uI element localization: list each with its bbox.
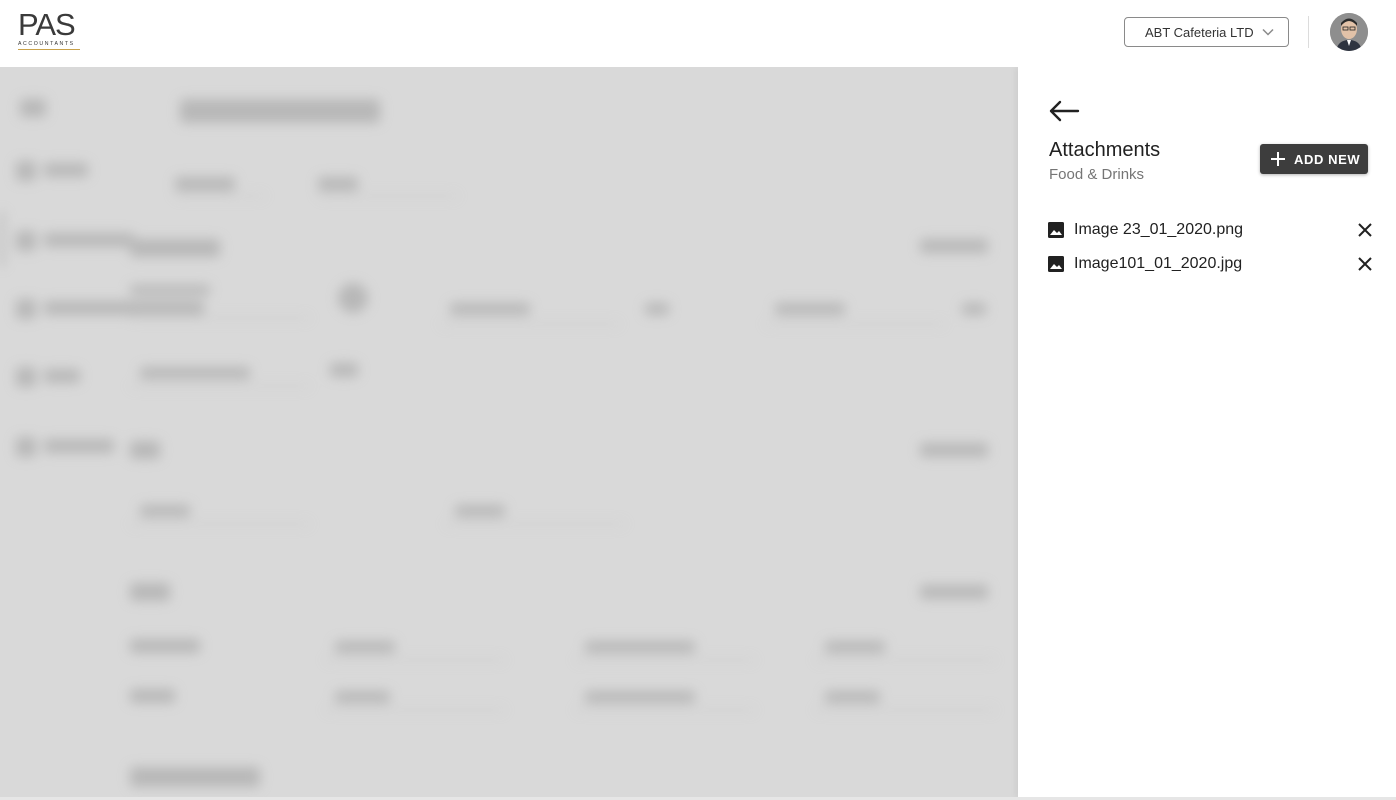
logo-underline bbox=[18, 49, 80, 50]
drawer-subtitle: Food & Drinks bbox=[1049, 166, 1145, 183]
company-select[interactable]: ABT Cafeteria LTD bbox=[1124, 17, 1289, 47]
image-icon bbox=[1048, 222, 1064, 238]
plus-icon bbox=[1271, 152, 1285, 166]
image-icon bbox=[1048, 256, 1064, 272]
chevron-down-icon bbox=[1262, 28, 1274, 36]
attachment-name[interactable]: Image 23_01_2020.png bbox=[1074, 221, 1243, 239]
close-icon[interactable] bbox=[1358, 257, 1372, 271]
avatar-image bbox=[1330, 13, 1368, 51]
pas-logo[interactable]: PAS ACCOUNTANTS bbox=[18, 9, 82, 55]
close-icon[interactable] bbox=[1358, 223, 1372, 237]
arrow-left-icon[interactable] bbox=[1048, 99, 1080, 123]
attachment-name[interactable]: Image101_01_2020.jpg bbox=[1074, 255, 1242, 273]
attachments-list: Image 23_01_2020.png Image101_01_2020.jp… bbox=[1048, 213, 1372, 281]
attachments-drawer: Attachments Food & Drinks ADD NEW Image … bbox=[1018, 67, 1396, 798]
attachment-item[interactable]: Image 23_01_2020.png bbox=[1048, 213, 1372, 247]
drawer-title: Attachments bbox=[1049, 139, 1161, 161]
add-new-label: ADD NEW bbox=[1294, 151, 1361, 167]
add-new-button[interactable]: ADD NEW bbox=[1260, 144, 1368, 174]
user-avatar[interactable] bbox=[1330, 13, 1368, 51]
top-header: PAS ACCOUNTANTS ABT Cafeteria LTD bbox=[0, 0, 1396, 67]
attachment-item[interactable]: Image101_01_2020.jpg bbox=[1048, 247, 1372, 281]
modal-overlay[interactable] bbox=[0, 67, 1018, 800]
blurred-page-content bbox=[0, 67, 1018, 800]
logo-tagline: ACCOUNTANTS bbox=[18, 41, 75, 47]
logo-mark: PAS bbox=[18, 7, 76, 42]
header-divider bbox=[1308, 16, 1309, 48]
company-select-value: ABT Cafeteria LTD bbox=[1145, 24, 1254, 40]
